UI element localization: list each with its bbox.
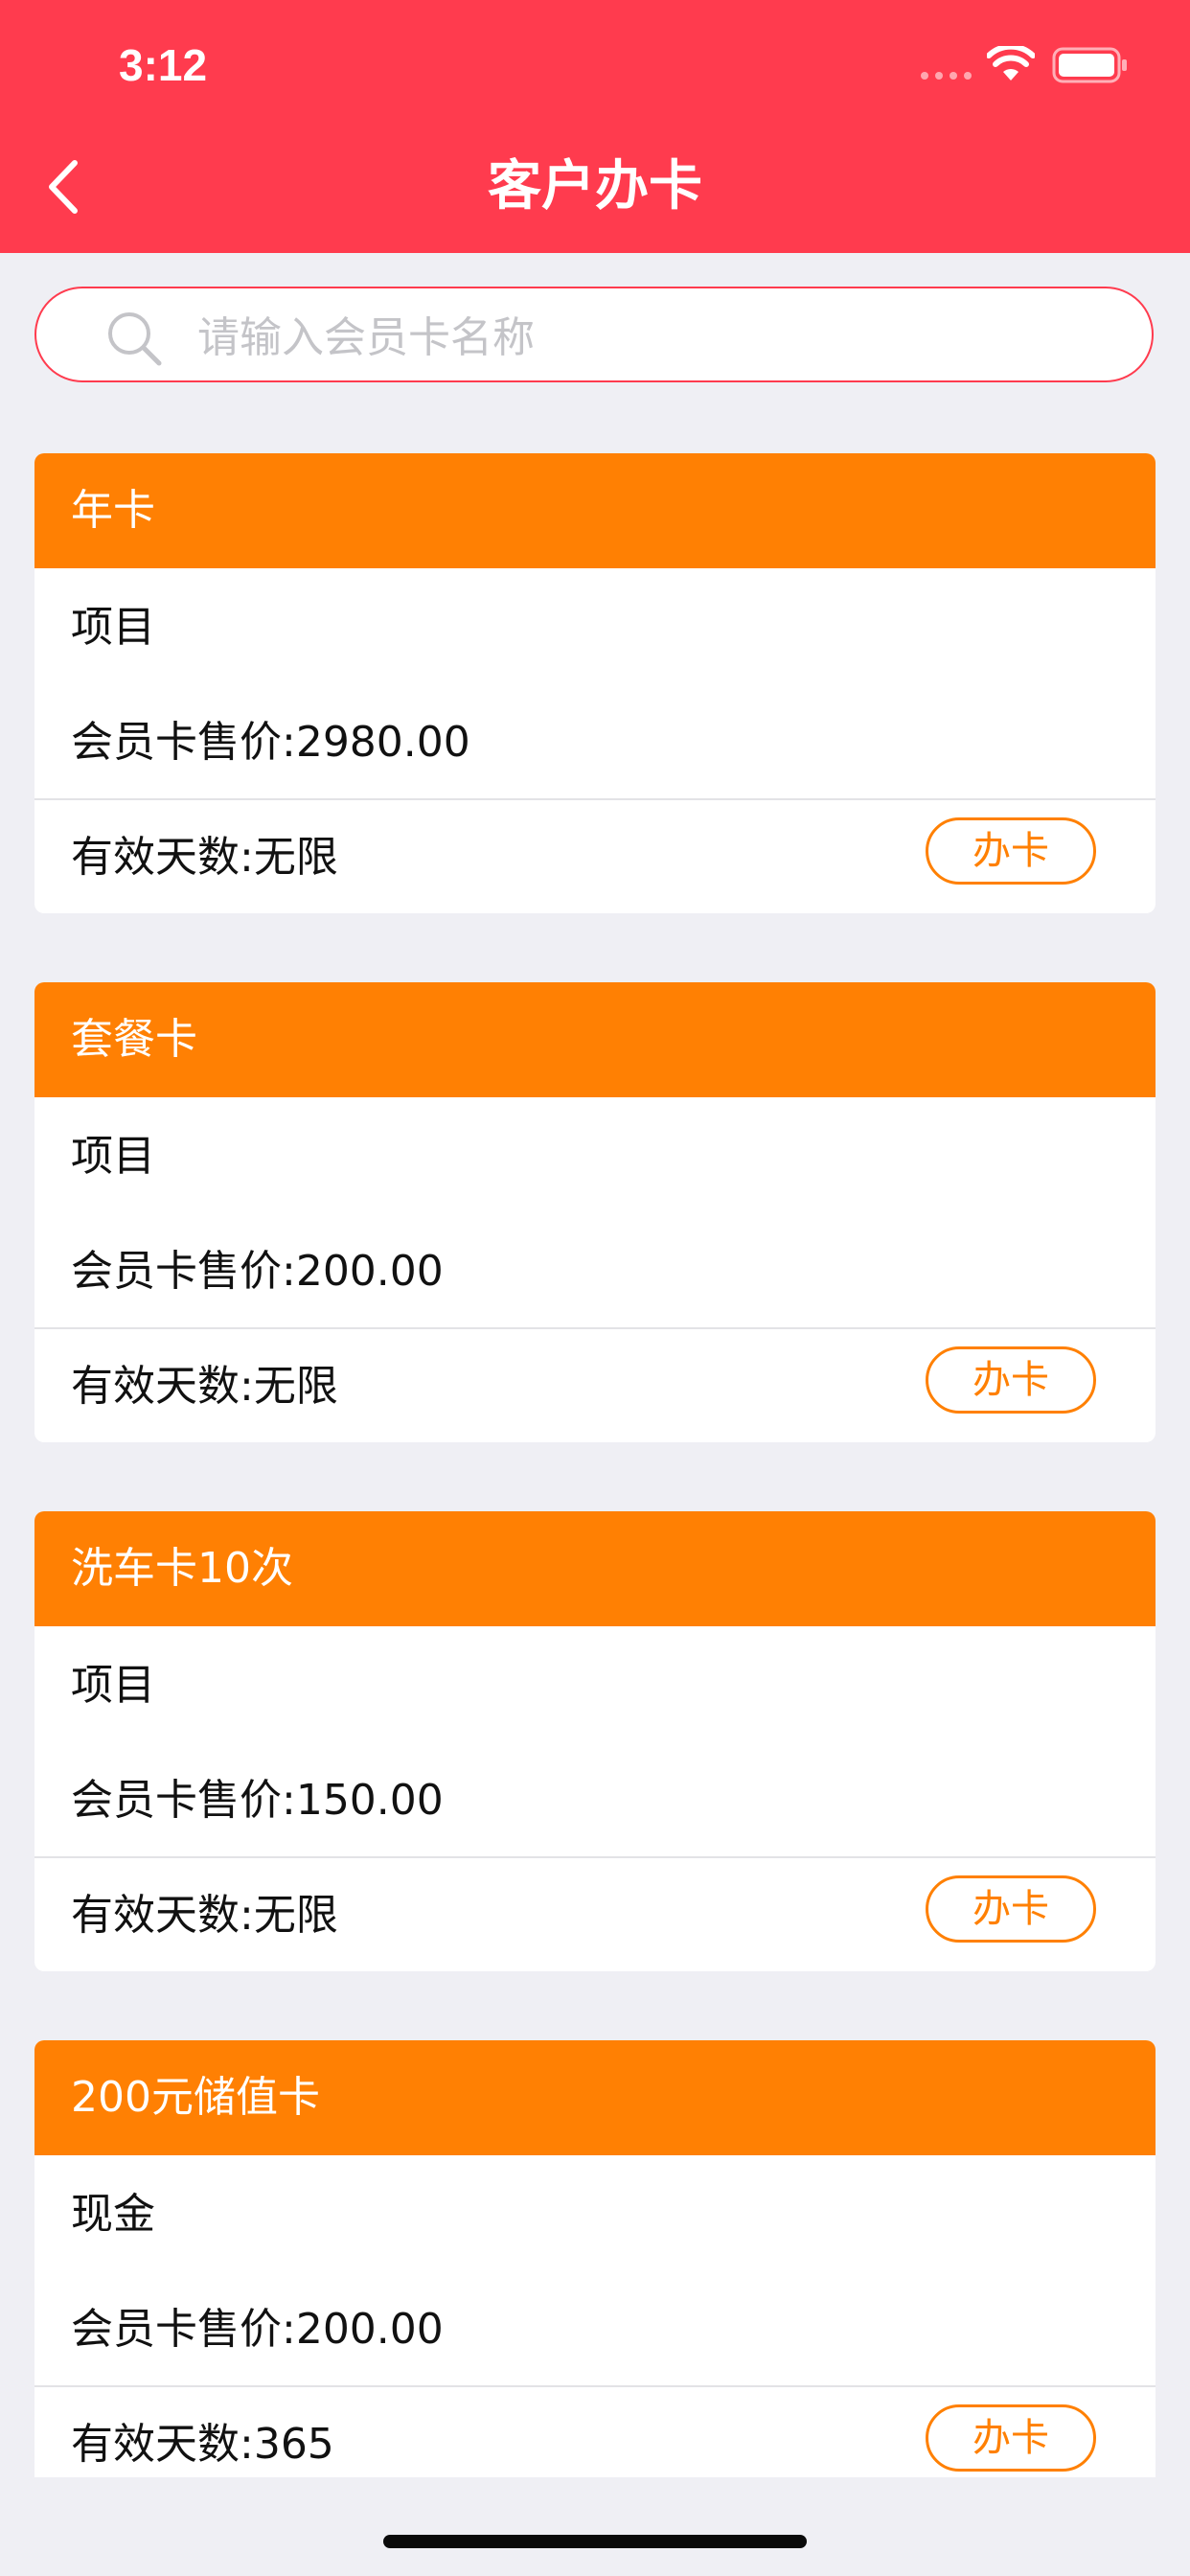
card-valid-days: 有效天数:365 [71,2420,334,2469]
wifi-icon [987,46,1035,80]
apply-card-button[interactable]: 办卡 [926,2404,1096,2472]
card-price: 会员卡售价:200.00 [71,2305,444,2354]
apply-card-button[interactable]: 办卡 [926,817,1096,885]
membership-card: 套餐卡 项目 会员卡售价:200.00 有效天数:无限 办卡 [34,982,1156,1442]
card-title: 200元储值卡 [34,2040,1156,2155]
search-bar[interactable] [34,287,1154,382]
apply-card-button[interactable]: 办卡 [926,1875,1096,1943]
search-icon [108,312,162,366]
card-type: 项目 [71,1661,155,1710]
membership-card: 年卡 项目 会员卡售价:2980.00 有效天数:无限 办卡 [34,453,1156,913]
divider [34,798,1156,800]
membership-card: 洗车卡10次 项目 会员卡售价:150.00 有效天数:无限 办卡 [34,1511,1156,1971]
card-price: 会员卡售价:200.00 [71,1247,444,1296]
divider [34,2385,1156,2387]
card-type: 项目 [71,1132,155,1181]
home-indicator[interactable] [383,2535,807,2548]
divider [34,1856,1156,1858]
card-valid-days: 有效天数:无限 [71,1362,338,1411]
battery-icon [1052,47,1127,83]
card-valid-days: 有效天数:无限 [71,833,338,882]
card-price: 会员卡售价:150.00 [71,1776,444,1825]
card-type: 项目 [71,603,155,652]
header: 3:12 客户办卡 [0,0,1190,253]
apply-card-button[interactable]: 办卡 [926,1346,1096,1414]
card-title: 年卡 [34,453,1156,568]
cellular-signal-icon [921,72,972,80]
card-title: 套餐卡 [34,982,1156,1097]
status-time: 3:12 [119,40,208,90]
search-input[interactable] [195,310,1119,365]
membership-card: 200元储值卡 现金 会员卡售价:200.00 有效天数:365 办卡 [34,2040,1156,2477]
divider [34,1327,1156,1329]
card-valid-days: 有效天数:无限 [71,1891,338,1940]
card-type: 现金 [71,2190,155,2239]
card-title: 洗车卡10次 [34,1511,1156,1626]
card-price: 会员卡售价:2980.00 [71,718,470,767]
page-title: 客户办卡 [488,155,702,218]
